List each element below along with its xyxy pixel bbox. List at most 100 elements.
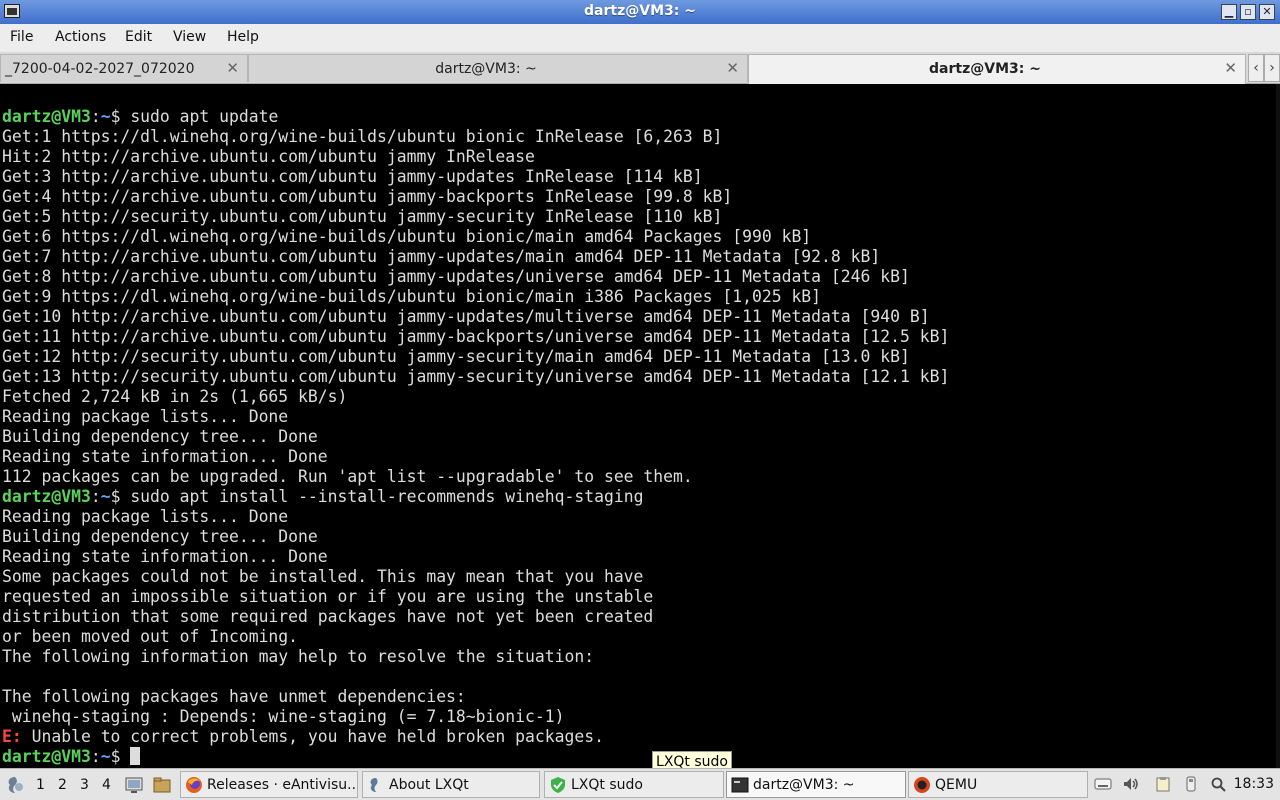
tab-close-icon[interactable]: ✕ (726, 59, 739, 77)
window-titlebar[interactable]: dartz@VM3: ~ ▁ ▫ ✕ (0, 0, 1280, 24)
error-prefix: E: (2, 727, 22, 746)
shield-icon (551, 777, 565, 793)
output-line: Get:7 http://archive.ubuntu.com/ubuntu j… (2, 247, 881, 266)
tab-label: dartz@VM3: ~ (929, 61, 1041, 77)
task-label: dartz@VM3: ~ (753, 777, 855, 793)
tab-scroll-right-icon[interactable]: › (1264, 54, 1280, 82)
prompt-colon: : (90, 747, 101, 766)
show-desktop-icon[interactable] (124, 775, 144, 795)
output-line: or been moved out of Incoming. (2, 627, 299, 646)
output-line: Get:8 http://archive.ubuntu.com/ubuntu j… (2, 267, 910, 286)
prompt-colon: : (90, 107, 101, 126)
output-line: Building dependency tree... Done (2, 527, 318, 546)
tab-scroll-left-icon[interactable]: ‹ (1248, 54, 1264, 82)
tab-label: dartz@VM3: ~ (435, 61, 537, 77)
task-label: Releases · eAntivisu... (207, 777, 358, 793)
tab-2[interactable]: dartz@VM3: ~ ✕ (248, 54, 748, 82)
tab-close-icon[interactable]: ✕ (1224, 59, 1237, 77)
prompt-path: ~ (100, 747, 111, 766)
output-line: Reading state information... Done (2, 447, 328, 466)
prompt-colon: : (90, 487, 101, 506)
search-icon[interactable] (1210, 776, 1228, 792)
prompt-line: dartz@VM3:~$ (2, 747, 949, 767)
tab-1[interactable]: _7200-04-02-2027_072020 ✕ (0, 54, 248, 82)
lxqt-menu-icon[interactable] (4, 774, 26, 796)
output-line: Hit:2 http://archive.ubuntu.com/ubuntu j… (2, 147, 535, 166)
desktop-3[interactable]: 3 (80, 777, 89, 793)
prompt-dollar: $ (110, 107, 131, 126)
prompt-dollar: $ (110, 747, 131, 766)
output-line: Fetched 2,724 kB in 2s (1,665 kB/s) (2, 387, 348, 406)
desktop-4[interactable]: 4 (102, 777, 111, 793)
desktop-2[interactable]: 2 (58, 777, 67, 793)
output-line: Reading state information... Done (2, 547, 328, 566)
terminal-cursor[interactable] (130, 747, 141, 765)
tab-3[interactable]: dartz@VM3: ~ ✕ (748, 54, 1246, 84)
output-line: Get:6 https://dl.winehq.org/wine-builds/… (2, 227, 812, 246)
error-message: Unable to correct problems, you have hel… (21, 727, 604, 746)
output-line: Get:3 http://archive.ubuntu.com/ubuntu j… (2, 167, 703, 186)
output-line: Get:1 https://dl.winehq.org/wine-builds/… (2, 127, 723, 146)
menu-help[interactable]: Help (227, 29, 259, 45)
command-text: sudo apt update (130, 107, 279, 126)
clipboard-icon[interactable] (1154, 776, 1172, 792)
error-line: E: Unable to correct problems, you have … (2, 727, 949, 747)
terminal-view[interactable]: dartz@VM3:~$ sudo apt update Get:1 https:… (0, 84, 1280, 768)
task-about-lxqt[interactable]: About LXQt (362, 771, 540, 798)
prompt-line: dartz@VM3:~$ sudo apt install --install-… (2, 487, 949, 507)
output-line: Get:5 http://security.ubuntu.com/ubuntu … (2, 207, 723, 226)
prompt-user: dartz@VM3 (2, 487, 91, 506)
menu-bar: File Actions Edit View Help (0, 24, 1280, 52)
close-window-button[interactable]: ✕ (1259, 4, 1275, 20)
keyboard-icon[interactable] (1094, 776, 1112, 792)
output-line: 112 packages can be upgraded. Run 'apt l… (2, 467, 693, 486)
tab-label: _7200-04-02-2027_072020 (5, 61, 195, 77)
task-qemu[interactable]: QEMU (908, 771, 1088, 798)
menu-file[interactable]: File (10, 29, 33, 45)
task-firefox[interactable]: Releases · eAntivisu... (180, 771, 358, 798)
terminal-scrollbar[interactable] (1276, 84, 1280, 768)
firefox-icon (186, 777, 202, 793)
task-label: QEMU (935, 777, 978, 793)
prompt-user: dartz@VM3 (2, 747, 91, 766)
desktop-1[interactable]: 1 (36, 777, 45, 793)
output-line: Get:10 http://archive.ubuntu.com/ubuntu … (2, 307, 930, 326)
menu-edit[interactable]: Edit (125, 29, 152, 45)
task-terminal[interactable]: dartz@VM3: ~ (726, 771, 906, 798)
task-label: LXQt sudo (571, 777, 643, 793)
file-manager-icon[interactable] (152, 775, 172, 795)
menu-actions[interactable]: Actions (55, 29, 106, 45)
output-line: requested an impossible situation or if … (2, 587, 654, 606)
usb-drive-icon[interactable] (1182, 776, 1200, 792)
command-text: sudo apt install --install-recommends wi… (130, 487, 644, 506)
task-lxqt-sudo[interactable]: LXQt sudo (544, 771, 724, 798)
volume-icon[interactable] (1122, 776, 1140, 792)
output-line: distribution that some required packages… (2, 607, 654, 626)
output-line: Get:9 https://dl.winehq.org/wine-builds/… (2, 287, 822, 306)
tab-close-icon[interactable]: ✕ (226, 59, 239, 77)
menu-view[interactable]: View (173, 29, 206, 45)
lxqt-icon (370, 778, 378, 792)
task-label: About LXQt (389, 777, 469, 793)
output-line: Some packages could not be installed. Th… (2, 567, 644, 586)
maximize-button[interactable]: ▫ (1240, 4, 1256, 20)
minimize-button[interactable]: ▁ (1221, 4, 1237, 20)
prompt-dollar: $ (110, 487, 131, 506)
terminal-icon (731, 777, 749, 793)
window-title: dartz@VM3: ~ (584, 3, 696, 19)
output-line: winehq-staging : Depends: wine-staging (… (2, 707, 565, 726)
clock[interactable]: 18:33 (1234, 776, 1274, 792)
taskbar: 1 2 3 4 Releases · eAntivisu... About LX… (0, 768, 1280, 800)
qemu-icon (914, 777, 930, 793)
prompt-user: dartz@VM3 (2, 107, 91, 126)
output-line: Get:12 http://security.ubuntu.com/ubuntu… (2, 347, 910, 366)
output-line: Get:11 http://archive.ubuntu.com/ubuntu … (2, 327, 950, 346)
output-line: Get:4 http://archive.ubuntu.com/ubuntu j… (2, 187, 733, 206)
output-line: Reading package lists... Done (2, 507, 289, 526)
output-line: The following information may help to re… (2, 647, 595, 666)
terminal-output: dartz@VM3:~$ sudo apt update Get:1 https:… (2, 107, 949, 767)
output-line: Get:13 http://security.ubuntu.com/ubuntu… (2, 367, 950, 386)
prompt-path: ~ (100, 107, 111, 126)
prompt-line: dartz@VM3:~$ sudo apt update (2, 107, 949, 127)
